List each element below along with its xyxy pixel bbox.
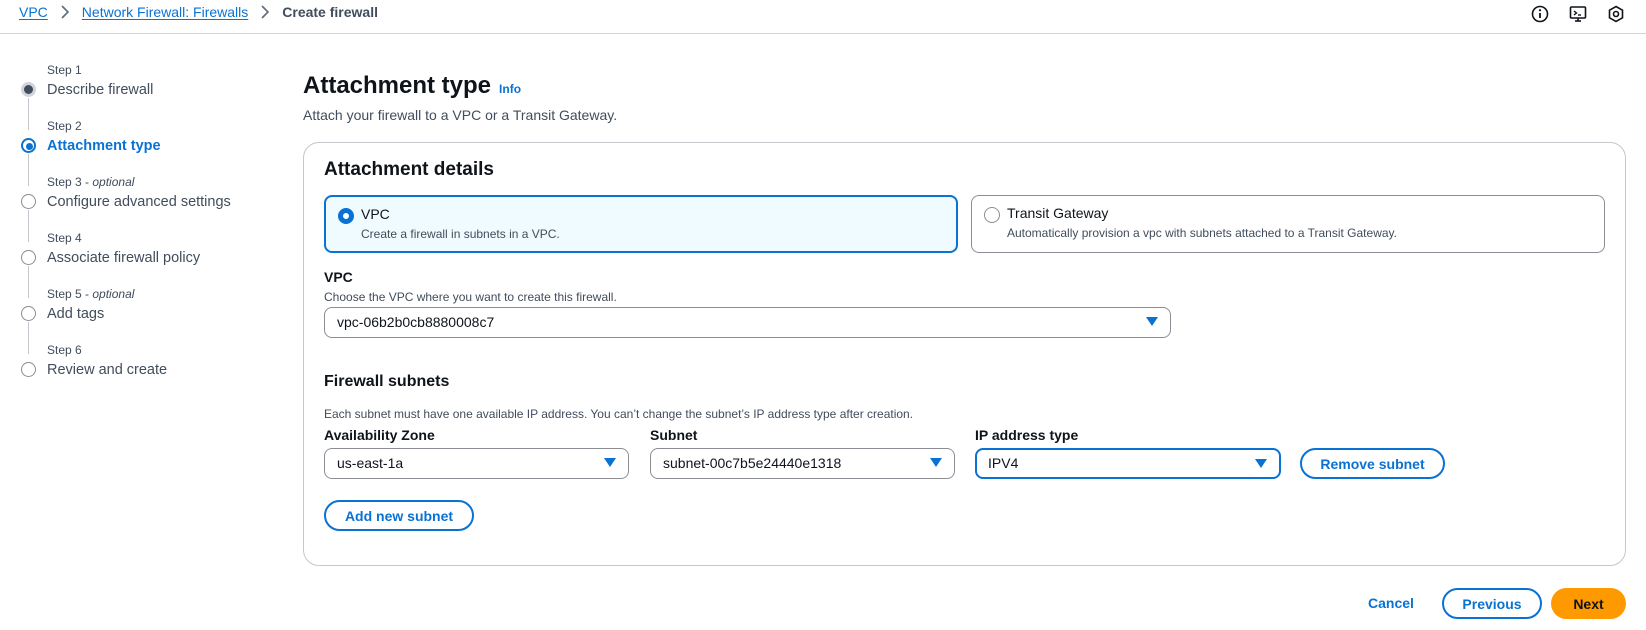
- transit-gateway-radio[interactable]: [984, 207, 1000, 223]
- optional-label: optional: [92, 175, 135, 189]
- optional-label: optional: [92, 287, 135, 301]
- step-number: Step 6: [47, 343, 82, 357]
- step-number: Step 2: [47, 119, 82, 133]
- step-title: Configure advanced settings: [47, 194, 231, 210]
- breadcrumb-firewalls-link[interactable]: Network Firewall: Firewalls: [82, 4, 248, 20]
- availability-zone-label: Availability Zone: [324, 427, 435, 443]
- tile-label: Transit Gateway: [1007, 205, 1109, 221]
- tile-label: VPC: [361, 206, 390, 222]
- availability-zone-value: us-east-1a: [337, 455, 404, 471]
- firewall-subnets-description: Each subnet must have one available IP a…: [324, 407, 914, 421]
- wizard-steps: Step 1 Describe firewall Step 2 Attachme…: [19, 62, 279, 398]
- ip-address-type-value: IPV4: [988, 455, 1019, 471]
- top-bar: VPC Network Firewall: Firewalls Create f…: [0, 0, 1646, 34]
- next-button[interactable]: Next: [1551, 588, 1626, 619]
- ip-address-type-select[interactable]: IPV4: [975, 448, 1281, 479]
- add-new-subnet-button[interactable]: Add new subnet: [324, 500, 474, 531]
- cloudshell-icon[interactable]: [1568, 4, 1588, 24]
- step-6: Step 6 Review and create: [19, 342, 279, 398]
- tile-description: Automatically provision a vpc with subne…: [1007, 226, 1397, 240]
- info-icon[interactable]: [1530, 4, 1550, 24]
- step-title: Attachment type: [47, 138, 161, 154]
- step-3: Step 3 - optional Configure advanced set…: [19, 174, 279, 242]
- vpc-description: Choose the VPC where you want to create …: [324, 290, 617, 304]
- firewall-subnets-title: Firewall subnets: [324, 373, 450, 390]
- vpc-radio[interactable]: [338, 208, 354, 224]
- step-title: Associate firewall policy: [47, 250, 201, 266]
- previous-button[interactable]: Previous: [1442, 588, 1542, 619]
- vpc-select-value: vpc-06b2b0cb8880008c7: [337, 314, 495, 330]
- cancel-button[interactable]: Cancel: [1368, 595, 1414, 611]
- step-number: Step 5 - optional: [47, 287, 135, 301]
- step-title: Add tags: [47, 306, 105, 322]
- subnet-label: Subnet: [650, 427, 698, 443]
- breadcrumb-current: Create firewall: [282, 4, 378, 20]
- chevron-right-icon: [260, 5, 270, 19]
- step-number: Step 1: [47, 63, 82, 77]
- subnet-value: subnet-00c7b5e24440e1318: [663, 455, 842, 471]
- vpc-select[interactable]: vpc-06b2b0cb8880008c7: [324, 307, 1171, 338]
- caret-down-icon: [930, 458, 942, 467]
- remove-subnet-button[interactable]: Remove subnet: [1300, 448, 1445, 479]
- section-title: Attachment details: [324, 159, 494, 180]
- step-title: Review and create: [47, 362, 168, 378]
- caret-down-icon: [1255, 459, 1267, 468]
- step-status-dot: [21, 82, 36, 97]
- main-content: Attachment type Info Attach your firewal…: [303, 72, 1626, 566]
- step-number: Step 3 - optional: [47, 175, 135, 189]
- breadcrumb: VPC Network Firewall: Firewalls Create f…: [19, 4, 378, 20]
- step-status-dot: [21, 306, 36, 321]
- step-status-dot: [21, 250, 36, 265]
- settings-icon[interactable]: [1606, 4, 1626, 24]
- tile-description: Create a firewall in subnets in a VPC.: [361, 227, 560, 241]
- info-link[interactable]: Info: [499, 82, 521, 96]
- page-description: Attach your firewall to a VPC or a Trans…: [303, 107, 618, 123]
- caret-down-icon: [1146, 317, 1158, 326]
- chevron-right-icon: [60, 5, 70, 19]
- step-5: Step 5 - optional Add tags: [19, 286, 279, 354]
- step-4: Step 4 Associate firewall policy: [19, 230, 279, 298]
- transit-gateway-tile[interactable]: Transit Gateway Automatically provision …: [971, 195, 1605, 253]
- vpc-label: VPC: [324, 269, 353, 285]
- step-status-dot: [21, 138, 36, 153]
- page-title-text: Attachment type: [303, 72, 492, 99]
- step-status-dot: [21, 362, 36, 377]
- availability-zone-select[interactable]: us-east-1a: [324, 448, 629, 479]
- attachment-details-container: Attachment details VPC Create a firewall…: [303, 142, 1626, 566]
- vpc-tile[interactable]: VPC Create a firewall in subnets in a VP…: [324, 195, 958, 253]
- page-title: Attachment type Info: [303, 72, 1626, 100]
- breadcrumb-vpc-link[interactable]: VPC: [19, 4, 48, 20]
- step-title: Describe firewall: [47, 82, 154, 98]
- step-status-dot: [21, 194, 36, 209]
- step-2[interactable]: Step 2 Attachment type: [19, 118, 279, 186]
- step-number: Step 4: [47, 231, 82, 245]
- ip-address-type-label: IP address type: [975, 427, 1079, 443]
- subnet-select[interactable]: subnet-00c7b5e24440e1318: [650, 448, 955, 479]
- caret-down-icon: [604, 458, 616, 467]
- step-1[interactable]: Step 1 Describe firewall: [19, 62, 279, 130]
